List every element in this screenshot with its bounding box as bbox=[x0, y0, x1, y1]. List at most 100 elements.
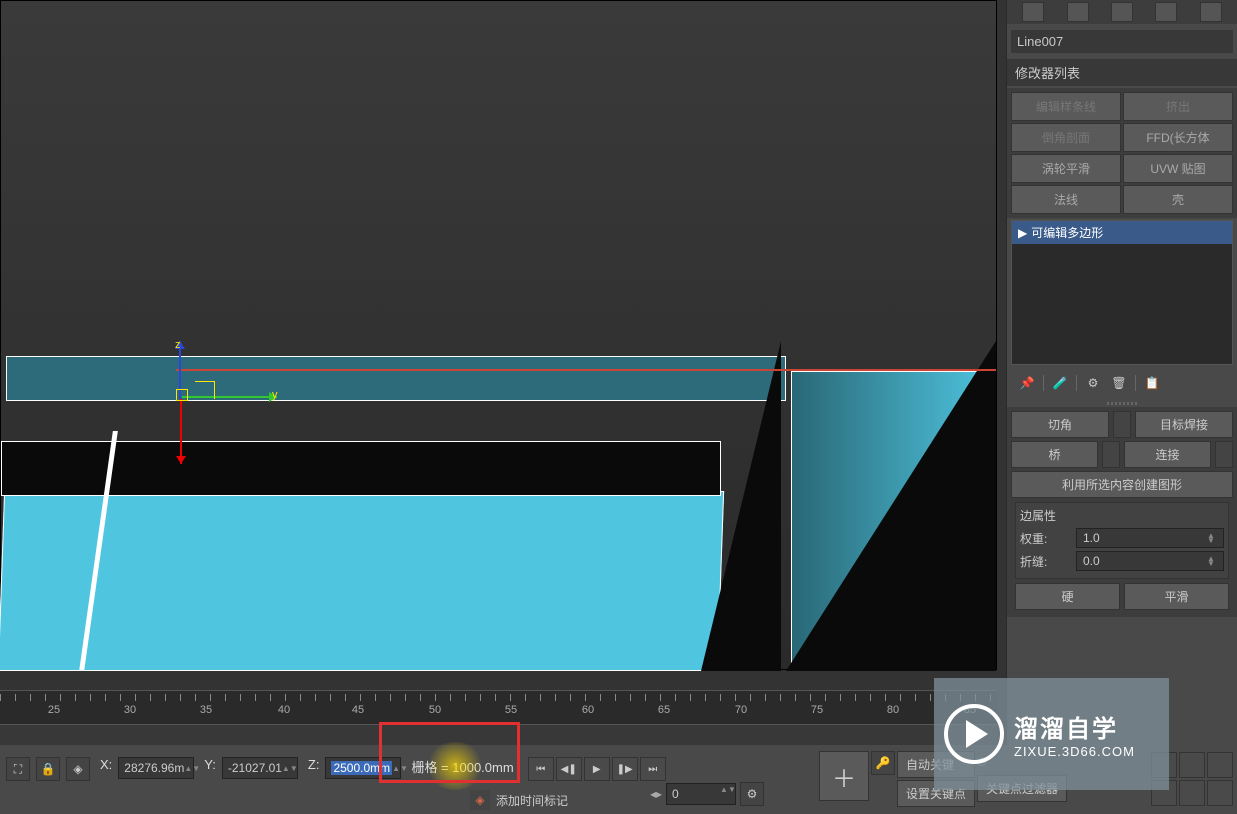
chamfer-button[interactable]: 切角 bbox=[1011, 411, 1109, 438]
geometry-face bbox=[0, 491, 724, 671]
gizmo-center[interactable] bbox=[176, 389, 188, 401]
orbit-icon[interactable] bbox=[1179, 752, 1205, 778]
show-result-icon[interactable]: 🧪 bbox=[1050, 373, 1070, 393]
expand-arrow-icon[interactable]: ▶ bbox=[1018, 226, 1027, 240]
edge-properties-group: 边属性 权重: 1.0 ▲▼ 折缝: 0.0 ▲▼ bbox=[1015, 502, 1229, 579]
lock-icon[interactable]: 🔒 bbox=[36, 757, 60, 781]
make-unique-icon[interactable]: ⚙ bbox=[1083, 373, 1103, 393]
geometry-face bbox=[6, 356, 786, 401]
remove-icon[interactable]: 🗑 bbox=[1109, 373, 1129, 393]
spinner-arrows-icon[interactable]: ▲▼ bbox=[1207, 533, 1217, 543]
uvw-map-button[interactable]: UVW 贴图 bbox=[1123, 154, 1233, 183]
frame-value: 0 bbox=[672, 787, 679, 801]
crease-spinner[interactable]: 0.0 ▲▼ bbox=[1076, 551, 1224, 571]
time-config-icon[interactable]: ⚙ bbox=[740, 782, 764, 806]
next-frame-button[interactable]: ❚▶ bbox=[612, 757, 638, 781]
time-tick: 70 bbox=[735, 704, 747, 716]
modifier-name: 可编辑多边形 bbox=[1031, 224, 1103, 241]
connect-button[interactable]: 连接 bbox=[1124, 441, 1211, 468]
set-key-big-button[interactable]: ＋ bbox=[819, 751, 869, 801]
cube-icon[interactable]: ◈ bbox=[470, 790, 490, 810]
tick-marks bbox=[0, 694, 997, 701]
time-ruler[interactable]: 25 30 35 40 45 50 55 60 65 70 75 80 85 bbox=[0, 690, 997, 725]
pin-icon[interactable]: 📌 bbox=[1017, 373, 1037, 393]
arrows-icon[interactable]: ◂▸ bbox=[650, 787, 662, 801]
hierarchy-tab-icon[interactable] bbox=[1111, 2, 1133, 22]
gizmo-y-label: y bbox=[272, 389, 278, 401]
watermark-play-icon bbox=[944, 704, 1004, 764]
y-label: Y: bbox=[204, 757, 216, 772]
configure-icon[interactable]: 📋 bbox=[1142, 373, 1162, 393]
watermark: 溜溜自学 ZIXUE.3D66.COM bbox=[934, 678, 1169, 790]
crease-value: 0.0 bbox=[1083, 554, 1100, 568]
goto-start-button[interactable]: ⏮ bbox=[528, 757, 554, 781]
field-of-view-icon[interactable] bbox=[1179, 780, 1205, 806]
selection-mode-icon[interactable]: ⛶ bbox=[6, 757, 30, 781]
snap-toggle-icon[interactable]: ◈ bbox=[66, 757, 90, 781]
z-label: Z: bbox=[308, 757, 320, 772]
smooth-button[interactable]: 平滑 bbox=[1124, 583, 1229, 610]
time-tick: 65 bbox=[658, 704, 670, 716]
edit-spline-button[interactable]: 编辑样条线 bbox=[1011, 92, 1121, 121]
modify-tab-icon[interactable] bbox=[1067, 2, 1089, 22]
turbo-smooth-button[interactable]: 涡轮平滑 bbox=[1011, 154, 1121, 183]
selection-edge bbox=[176, 369, 996, 371]
ffd-box-button[interactable]: FFD(长方体 bbox=[1123, 123, 1233, 152]
target-weld-button[interactable]: 目标焊接 bbox=[1135, 411, 1233, 438]
extrude-button[interactable]: 挤出 bbox=[1123, 92, 1233, 121]
x-coord-input[interactable]: 28276.96m▲▼ bbox=[118, 757, 194, 779]
watermark-url: ZIXUE.3D66.COM bbox=[1014, 744, 1135, 759]
playback-controls: ⏮ ◀❚ ▶ ❚▶ ⏭ bbox=[528, 757, 666, 781]
modifier-stack-item[interactable]: ▶ 可编辑多边形 bbox=[1012, 221, 1232, 244]
spinner-arrows-icon[interactable]: ▲▼ bbox=[1207, 556, 1217, 566]
motion-tab-icon[interactable] bbox=[1155, 2, 1177, 22]
geometry-face bbox=[701, 341, 781, 671]
grid-label: 栅格 = 1000.0mm bbox=[411, 757, 513, 776]
time-tick: 35 bbox=[200, 704, 212, 716]
gizmo-z-label: z bbox=[175, 339, 181, 351]
edit-edges-section: 切角 目标焊接 桥 连接 利用所选内容创建图形 边属性 权重: 1.0 ▲▼ bbox=[1007, 407, 1237, 617]
panel-drag-handle[interactable] bbox=[1007, 399, 1237, 407]
timeline[interactable]: 25 30 35 40 45 50 55 60 65 70 75 80 85 bbox=[0, 690, 997, 745]
current-frame-input[interactable]: 0 ▲▼ bbox=[666, 783, 736, 805]
play-button[interactable]: ▶ bbox=[584, 757, 610, 781]
time-tick: 50 bbox=[429, 704, 441, 716]
prev-frame-button[interactable]: ◀❚ bbox=[556, 757, 582, 781]
add-time-marker[interactable]: 添加时间标记 bbox=[496, 792, 568, 809]
weight-spinner[interactable]: 1.0 ▲▼ bbox=[1076, 528, 1224, 548]
frame-row: ◂▸ 0 ▲▼ ⚙ bbox=[650, 782, 764, 806]
bridge-button[interactable]: 桥 bbox=[1011, 441, 1098, 468]
zoom-icon[interactable] bbox=[1207, 752, 1233, 778]
chamfer-profile-button[interactable]: 倒角剖面 bbox=[1011, 123, 1121, 152]
x-value: 28276.96m bbox=[124, 761, 184, 775]
time-marker-row: ◈ 添加时间标记 bbox=[470, 790, 568, 810]
object-name-field[interactable]: Line007 bbox=[1011, 30, 1233, 53]
move-gizmo[interactable]: z y bbox=[167, 341, 287, 471]
key-mode-icon[interactable]: 🔑 bbox=[871, 751, 895, 775]
modifier-list-header[interactable]: 修改器列表 bbox=[1007, 59, 1237, 86]
spinner-arrows-icon[interactable]: ▲▼ bbox=[720, 787, 730, 801]
viewport-3d[interactable]: z y bbox=[0, 0, 997, 670]
chamfer-settings-icon[interactable] bbox=[1113, 411, 1131, 438]
geometry-face bbox=[786, 341, 996, 671]
command-tabs bbox=[1007, 0, 1237, 24]
x-label: X: bbox=[100, 757, 112, 772]
modifier-stack[interactable]: ▶ 可编辑多边形 bbox=[1011, 220, 1233, 365]
gizmo-plane[interactable] bbox=[195, 381, 215, 399]
hard-button[interactable]: 硬 bbox=[1015, 583, 1120, 610]
normals-button[interactable]: 法线 bbox=[1011, 185, 1121, 214]
bridge-settings-icon[interactable] bbox=[1102, 441, 1120, 468]
connect-settings-icon[interactable] bbox=[1215, 441, 1233, 468]
shell-button[interactable]: 壳 bbox=[1123, 185, 1233, 214]
modifier-preset-grid: 编辑样条线 挤出 倒角剖面 FFD(长方体 涡轮平滑 UVW 贴图 法线 壳 bbox=[1007, 88, 1237, 218]
time-tick: 55 bbox=[505, 704, 517, 716]
z-coord-input[interactable]: 2500.0mm▲▼ bbox=[325, 757, 401, 779]
y-coord-input[interactable]: -21027.01▲▼ bbox=[222, 757, 298, 779]
gizmo-x-axis[interactable] bbox=[180, 399, 182, 464]
maximize-icon[interactable] bbox=[1207, 780, 1233, 806]
goto-end-button[interactable]: ⏭ bbox=[640, 757, 666, 781]
create-tab-icon[interactable] bbox=[1022, 2, 1044, 22]
create-shape-button[interactable]: 利用所选内容创建图形 bbox=[1011, 471, 1233, 498]
time-tick: 80 bbox=[887, 704, 899, 716]
display-tab-icon[interactable] bbox=[1200, 2, 1222, 22]
